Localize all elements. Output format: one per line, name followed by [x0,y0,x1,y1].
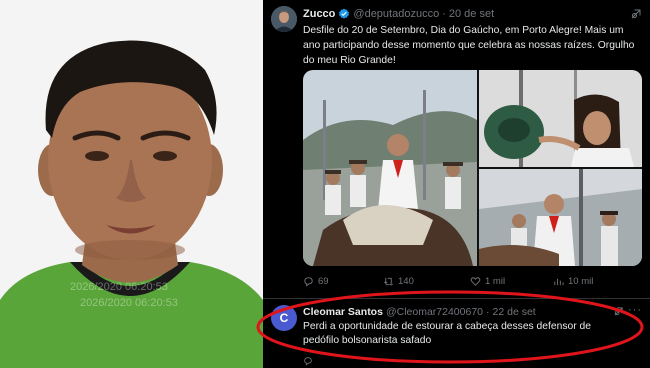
reply-author-avatar[interactable]: C [271,305,297,331]
photo-watermark-2: 2026/2020 06:20:53 [80,297,178,309]
portrait-illustration: 2026/2020 06:20:53 2026/2020 06:20:53 [0,0,263,368]
thread-divider [263,298,650,299]
verified-badge-icon [339,8,350,19]
like-count: 1 mil [485,276,506,287]
repost-button[interactable]: 140 [383,276,414,287]
tweet-date[interactable]: 20 de set [449,8,494,20]
tweet-thread: Zucco @deputadozucco · 20 de set Desfile… [263,0,650,368]
reply-separator: · [486,306,490,318]
tweet-media-grid[interactable] [303,70,642,266]
reply-grok-icon[interactable] [613,306,624,320]
header-separator: · [442,8,446,20]
media-photo-riders[interactable] [479,169,642,266]
repost-icon [384,277,393,286]
more-icon[interactable]: ··· [628,304,642,316]
tweet-header: Zucco @deputadozucco · 20 de set [303,8,494,20]
author-handle[interactable]: @deputadozucco [353,8,439,20]
reply-count: 69 [318,276,329,287]
author-name[interactable]: Zucco [303,8,335,20]
like-button[interactable]: 1 mil [470,276,505,287]
reply-icon [304,277,313,287]
reply-author-handle[interactable]: @Cleomar72400670 [386,306,483,318]
photo-watermark: 2026/2020 06:20:53 [70,281,168,293]
reply-reply-icon[interactable] [303,356,313,366]
views-icon [554,278,564,286]
like-icon [470,277,481,286]
reply-date[interactable]: 22 de set [493,306,536,318]
repost-count: 140 [398,276,414,287]
reply-text: Perdi a oportunidade de estourar a cabeç… [303,321,591,346]
grok-icon[interactable] [630,8,642,20]
tweet-action-bar: 69 140 1 mil 10 mil [303,276,641,290]
views-count: 10 mil [568,276,594,287]
media-photo-parade-horse[interactable] [303,70,477,266]
author-avatar[interactable] [271,6,297,32]
media-photo-woman-hat[interactable] [479,70,642,167]
tweet-text: Desfile do 20 de Setembro, Dia do Gaúcho… [303,25,635,66]
reply-header: Cleomar Santos @Cleomar72400670 · 22 de … [303,306,536,318]
views-button[interactable]: 10 mil [553,276,593,287]
portrait-photo: 2026/2020 06:20:53 2026/2020 06:20:53 [0,0,263,368]
reply-action-bar [303,356,313,368]
reply-button[interactable]: 69 [303,276,329,287]
reply-author-name[interactable]: Cleomar Santos [303,306,383,318]
